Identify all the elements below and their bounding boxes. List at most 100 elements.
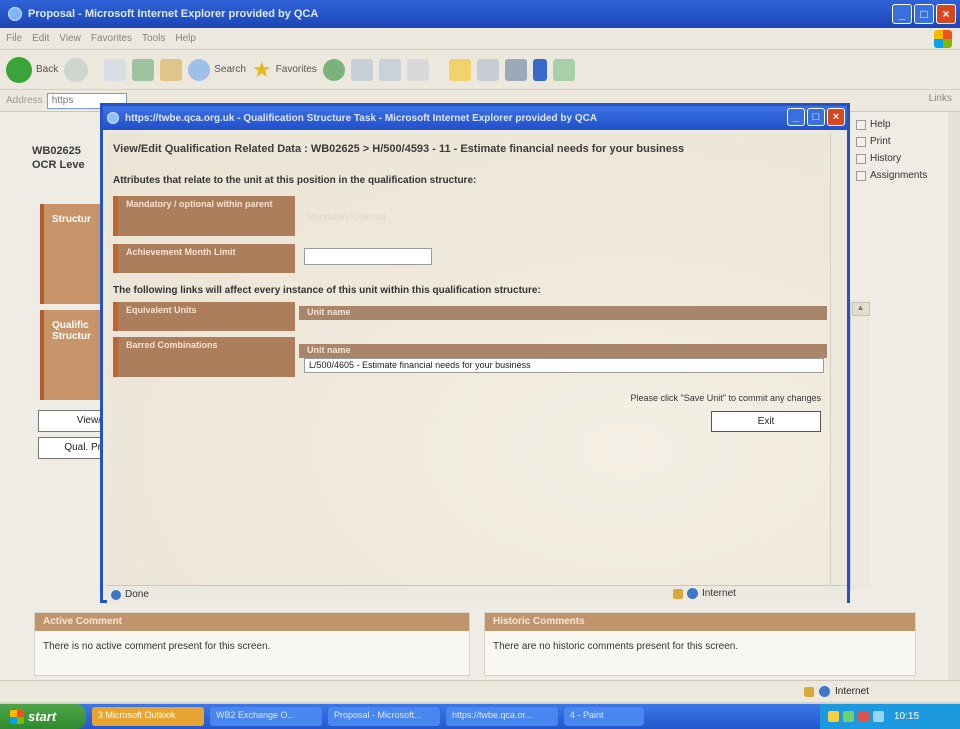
mail-icon[interactable] bbox=[378, 58, 401, 81]
popup-status-text: Done bbox=[125, 589, 149, 600]
menu-view[interactable]: View bbox=[59, 33, 81, 44]
popup-minimize-button[interactable]: _ bbox=[787, 108, 805, 126]
globe-icon bbox=[819, 686, 830, 697]
popup-status-zone: Internet bbox=[702, 588, 736, 599]
minimize-button[interactable]: _ bbox=[892, 4, 912, 24]
print-icon bbox=[856, 136, 866, 147]
task-twbe[interactable]: https://twbe.qca.or... bbox=[446, 707, 558, 726]
barred-combinations-label: Barred Combinations bbox=[113, 337, 295, 377]
assignments-link[interactable]: Assignments bbox=[856, 167, 927, 184]
page-status-zone: Internet bbox=[835, 686, 869, 697]
close-button[interactable]: × bbox=[936, 4, 956, 24]
print-icon[interactable] bbox=[406, 58, 429, 81]
page-icon bbox=[111, 589, 121, 600]
window-title-bar: Proposal - Microsoft Internet Explorer p… bbox=[0, 0, 960, 28]
achievement-label: Achievement Month Limit bbox=[113, 244, 295, 273]
search-icon bbox=[188, 58, 211, 81]
help-icon bbox=[856, 119, 866, 130]
scroll-up-icon[interactable]: ▲ bbox=[851, 302, 870, 316]
tray-icon[interactable] bbox=[828, 711, 839, 722]
history-link[interactable]: History bbox=[856, 150, 927, 167]
help-link[interactable]: Help bbox=[856, 116, 927, 133]
menu-bar: File Edit View Favorites Tools Help bbox=[0, 28, 960, 50]
equivalent-unit-name-header: Unit name bbox=[299, 306, 827, 320]
popup-close-button[interactable]: × bbox=[827, 108, 845, 126]
historic-comments-title: Historic Comments bbox=[485, 613, 915, 631]
tray-icon[interactable] bbox=[858, 711, 869, 722]
menu-help[interactable]: Help bbox=[175, 33, 196, 44]
favorites-button[interactable]: ★ Favorites bbox=[251, 56, 317, 82]
popup-title-bar: https://twbe.qca.org.uk - Qualification … bbox=[103, 106, 847, 130]
popup-maximize-button[interactable]: □ bbox=[807, 108, 825, 126]
menu-tools[interactable]: Tools bbox=[142, 33, 165, 44]
task-exchange[interactable]: WB2 Exchange O... bbox=[210, 707, 322, 726]
taskbar: start 3 Microsoft Outlook WB2 Exchange O… bbox=[0, 704, 960, 729]
menu-edit[interactable]: Edit bbox=[32, 33, 49, 44]
refresh-icon[interactable] bbox=[132, 58, 155, 81]
ie-icon bbox=[107, 112, 119, 124]
barred-unit-row[interactable]: L/500/4605 - Estimate financial needs fo… bbox=[304, 358, 824, 373]
barred-unit-name-header: Unit name bbox=[299, 344, 827, 358]
mandatory-label: Mandatory / optional within parent bbox=[113, 196, 295, 236]
document-icon[interactable] bbox=[476, 58, 499, 81]
ie-icon bbox=[8, 7, 22, 21]
lock-icon bbox=[804, 686, 814, 697]
menu-file[interactable]: File bbox=[6, 33, 22, 44]
assignments-icon bbox=[856, 170, 866, 181]
home-icon[interactable] bbox=[160, 58, 183, 81]
system-tray: 10:15 bbox=[820, 704, 960, 729]
address-label: Address bbox=[6, 95, 43, 106]
window-title: Proposal - Microsoft Internet Explorer p… bbox=[28, 8, 319, 20]
right-links: Help Print History Assignments bbox=[856, 116, 927, 184]
bluetooth-icon[interactable] bbox=[532, 58, 547, 81]
stop-icon[interactable] bbox=[104, 58, 127, 81]
star-icon: ★ bbox=[251, 56, 272, 82]
print-link[interactable]: Print bbox=[856, 133, 927, 150]
popup-status-bar: Done Internet bbox=[107, 585, 847, 603]
browser-toolbar: Back Search ★ Favorites bbox=[0, 50, 960, 90]
maximize-button[interactable]: □ bbox=[914, 4, 934, 24]
task-proposal[interactable]: Proposal - Microsoft... bbox=[328, 707, 440, 726]
popup-content: View/Edit Qualification Related Data : W… bbox=[107, 133, 829, 585]
page-title: View/Edit Qualification Related Data : W… bbox=[113, 143, 685, 155]
messenger-icon[interactable] bbox=[504, 58, 527, 81]
achievement-month-input[interactable] bbox=[304, 248, 432, 265]
menu-favorites[interactable]: Favorites bbox=[91, 33, 132, 44]
page-status-bar: Internet bbox=[0, 680, 960, 702]
links-heading: The following links will affect every in… bbox=[113, 285, 541, 296]
folder-icon[interactable] bbox=[448, 58, 471, 81]
historic-comments-text: There are no historic comments present f… bbox=[493, 641, 739, 652]
tray-icon[interactable] bbox=[843, 711, 854, 722]
exit-button[interactable]: Exit bbox=[711, 411, 821, 432]
search-button[interactable]: Search bbox=[188, 58, 246, 81]
back-arrow-icon bbox=[6, 56, 32, 83]
historic-comments-panel: Historic Comments There are no historic … bbox=[484, 612, 916, 676]
page-scrollbar[interactable] bbox=[948, 112, 960, 680]
links-label[interactable]: Links bbox=[929, 93, 952, 104]
task-outlook[interactable]: 3 Microsoft Outlook bbox=[92, 707, 204, 726]
popup-title: https://twbe.qca.org.uk - Qualification … bbox=[125, 112, 598, 124]
history-icon bbox=[856, 153, 866, 164]
save-hint: Please click "Save Unit" to commit any c… bbox=[630, 393, 821, 403]
lock-icon bbox=[673, 588, 683, 599]
equivalent-units-label: Equivalent Units bbox=[113, 302, 295, 331]
globe-icon bbox=[687, 588, 698, 599]
media-icon[interactable] bbox=[322, 58, 345, 81]
forward-button[interactable] bbox=[64, 57, 89, 82]
active-comment-title: Active Comment bbox=[35, 613, 469, 631]
tray-icon[interactable] bbox=[873, 711, 884, 722]
start-button[interactable]: start bbox=[0, 704, 86, 729]
attributes-heading: Attributes that relate to the unit at th… bbox=[113, 175, 477, 186]
windows-logo-icon bbox=[934, 30, 952, 48]
mandatory-value: Mandatory/Optional bbox=[307, 212, 386, 222]
back-button[interactable]: Back bbox=[6, 56, 58, 83]
active-comment-panel: Active Comment There is no active commen… bbox=[34, 612, 470, 676]
qualification-popup-window: https://twbe.qca.org.uk - Qualification … bbox=[100, 103, 850, 603]
popup-scrollbar[interactable] bbox=[830, 133, 847, 585]
active-comment-text: There is no active comment present for t… bbox=[43, 641, 271, 652]
task-paint[interactable]: 4 - Paint bbox=[564, 707, 644, 726]
page-code-header: WB02625 OCR Leve bbox=[32, 145, 85, 171]
tool-icon[interactable] bbox=[552, 58, 575, 81]
history-icon[interactable] bbox=[350, 58, 373, 81]
inner-scrollbar[interactable]: ▲ bbox=[850, 300, 870, 590]
